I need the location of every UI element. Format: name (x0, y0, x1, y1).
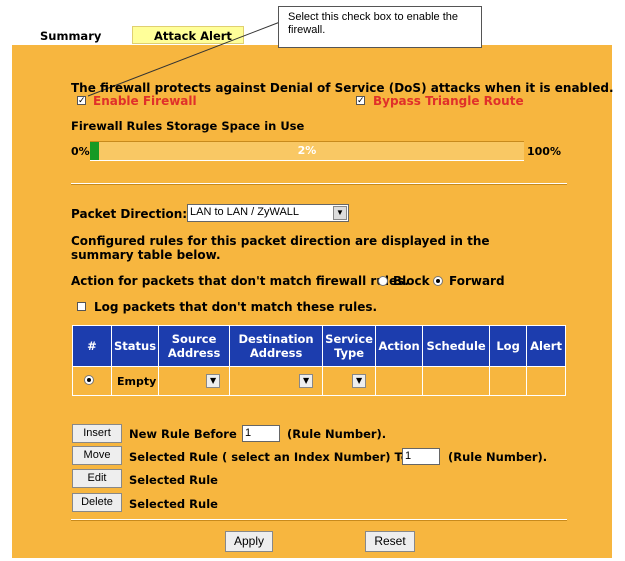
firewall-intro-text: The firewall protects against Denial of … (71, 81, 614, 95)
row-select-cell[interactable] (72, 366, 112, 396)
col-log: Log (489, 325, 528, 367)
packet-direction-select[interactable]: LAN to LAN / ZyWALL ▼ (187, 204, 349, 222)
enable-firewall-label: Enable Firewall (93, 94, 197, 108)
col-destination-address: Destination Address (229, 325, 324, 367)
move-text-after: (Rule Number). (448, 450, 548, 464)
insert-text-after: (Rule Number). (287, 427, 387, 441)
progress-min-label: 0% (71, 145, 90, 158)
insert-text-before: New Rule Before (129, 427, 237, 441)
edit-text: Selected Rule (129, 473, 218, 487)
action-block-label: Block (393, 274, 430, 288)
enable-firewall-checkbox[interactable]: ✓ (77, 96, 86, 106)
log-packets-label: Log packets that don't match these rules… (94, 300, 378, 314)
row-destination-address[interactable]: ▼ (229, 366, 324, 396)
row-source-address[interactable]: ▼ (158, 366, 231, 396)
bypass-triangle-route-label: Bypass Triangle Route (373, 94, 524, 108)
rules-summary-table: # Status Source Address Destination Addr… (72, 325, 566, 396)
move-rule-number-input[interactable]: 1 (402, 448, 440, 465)
col-index: # (72, 325, 112, 367)
packet-direction-label: Packet Direction: (71, 207, 188, 221)
row-schedule (422, 366, 491, 396)
callout-box: Select this check box to enable the fire… (278, 6, 482, 48)
row-status: Empty (110, 366, 160, 396)
col-status: Status (110, 325, 160, 367)
storage-progress-bar: 2% (90, 141, 524, 161)
row-alert (526, 366, 566, 396)
action-label: Action for packets that don't match fire… (71, 274, 409, 288)
row-action (375, 366, 424, 396)
log-packets-checkbox[interactable] (77, 302, 86, 311)
separator (71, 519, 567, 521)
storage-progress-value: 2% (297, 144, 317, 157)
chevron-down-icon[interactable]: ▼ (352, 374, 367, 388)
chevron-down-icon[interactable]: ▼ (333, 206, 347, 220)
row-select-radio[interactable] (84, 375, 94, 385)
action-forward-label: Forward (449, 274, 505, 288)
separator (71, 183, 567, 185)
move-text-before: Selected Rule ( select an Index Number) … (129, 450, 409, 464)
reset-button[interactable]: Reset (365, 531, 415, 552)
col-alert: Alert (526, 325, 566, 367)
move-button[interactable]: Move (72, 446, 122, 465)
row-service-type[interactable]: ▼ (322, 366, 377, 396)
action-forward-radio[interactable] (433, 276, 443, 286)
progress-max-label: 100% (527, 145, 561, 158)
table-row[interactable]: Empty ▼ ▼ ▼ (72, 366, 566, 396)
storage-title: Firewall Rules Storage Space in Use (71, 119, 305, 133)
insert-button[interactable]: Insert (72, 424, 122, 443)
row-log (489, 366, 528, 396)
action-block-radio[interactable] (378, 276, 388, 286)
col-action: Action (375, 325, 424, 367)
col-schedule: Schedule (422, 325, 491, 367)
bypass-triangle-route-checkbox[interactable]: ✓ (356, 96, 365, 106)
chevron-down-icon[interactable]: ▼ (206, 374, 221, 388)
configured-rules-text: Configured rules for this packet directi… (71, 234, 490, 262)
chevron-down-icon[interactable]: ▼ (299, 374, 314, 388)
delete-text: Selected Rule (129, 497, 218, 511)
insert-rule-number-input[interactable]: 1 (242, 425, 280, 442)
col-source-address: Source Address (158, 325, 231, 367)
col-service-type: Service Type (322, 325, 377, 367)
edit-button[interactable]: Edit (72, 469, 122, 488)
table-header-row: # Status Source Address Destination Addr… (72, 325, 566, 367)
apply-button[interactable]: Apply (225, 531, 273, 552)
delete-button[interactable]: Delete (72, 493, 122, 512)
packet-direction-value: LAN to LAN / ZyWALL (190, 206, 300, 218)
